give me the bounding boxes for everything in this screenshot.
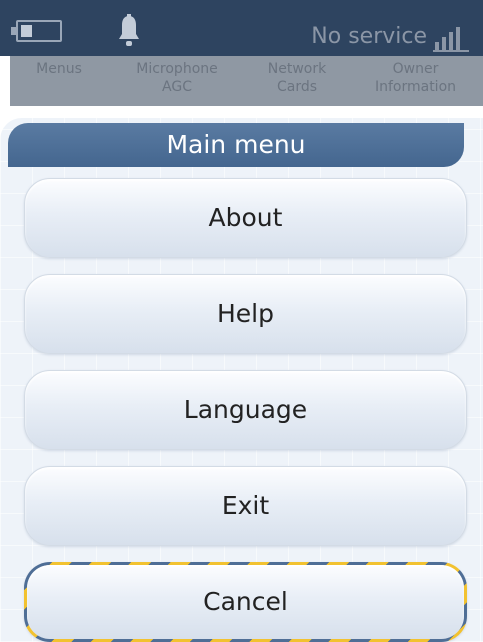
tab-menus[interactable]: Menus xyxy=(10,56,108,78)
about-button[interactable]: About xyxy=(24,178,467,258)
status-bar: No service xyxy=(0,0,483,56)
language-button[interactable]: Language xyxy=(24,370,467,450)
exit-button[interactable]: Exit xyxy=(24,466,467,546)
tab-owner-information[interactable]: Owner Information xyxy=(348,56,483,96)
help-button[interactable]: Help xyxy=(24,274,467,354)
tab-network-cards[interactable]: Network Cards xyxy=(246,56,348,96)
network-status: No service xyxy=(311,24,427,49)
settings-tabs: Menus Microphone AGC Network Cards Owner… xyxy=(10,56,483,106)
bell-icon xyxy=(119,14,139,46)
signal-bars-icon xyxy=(433,27,469,52)
tab-microphone-agc[interactable]: Microphone AGC xyxy=(108,56,246,96)
battery-icon xyxy=(11,20,62,42)
cancel-button[interactable]: Cancel xyxy=(24,562,467,642)
menu-title: Main menu xyxy=(8,123,464,167)
